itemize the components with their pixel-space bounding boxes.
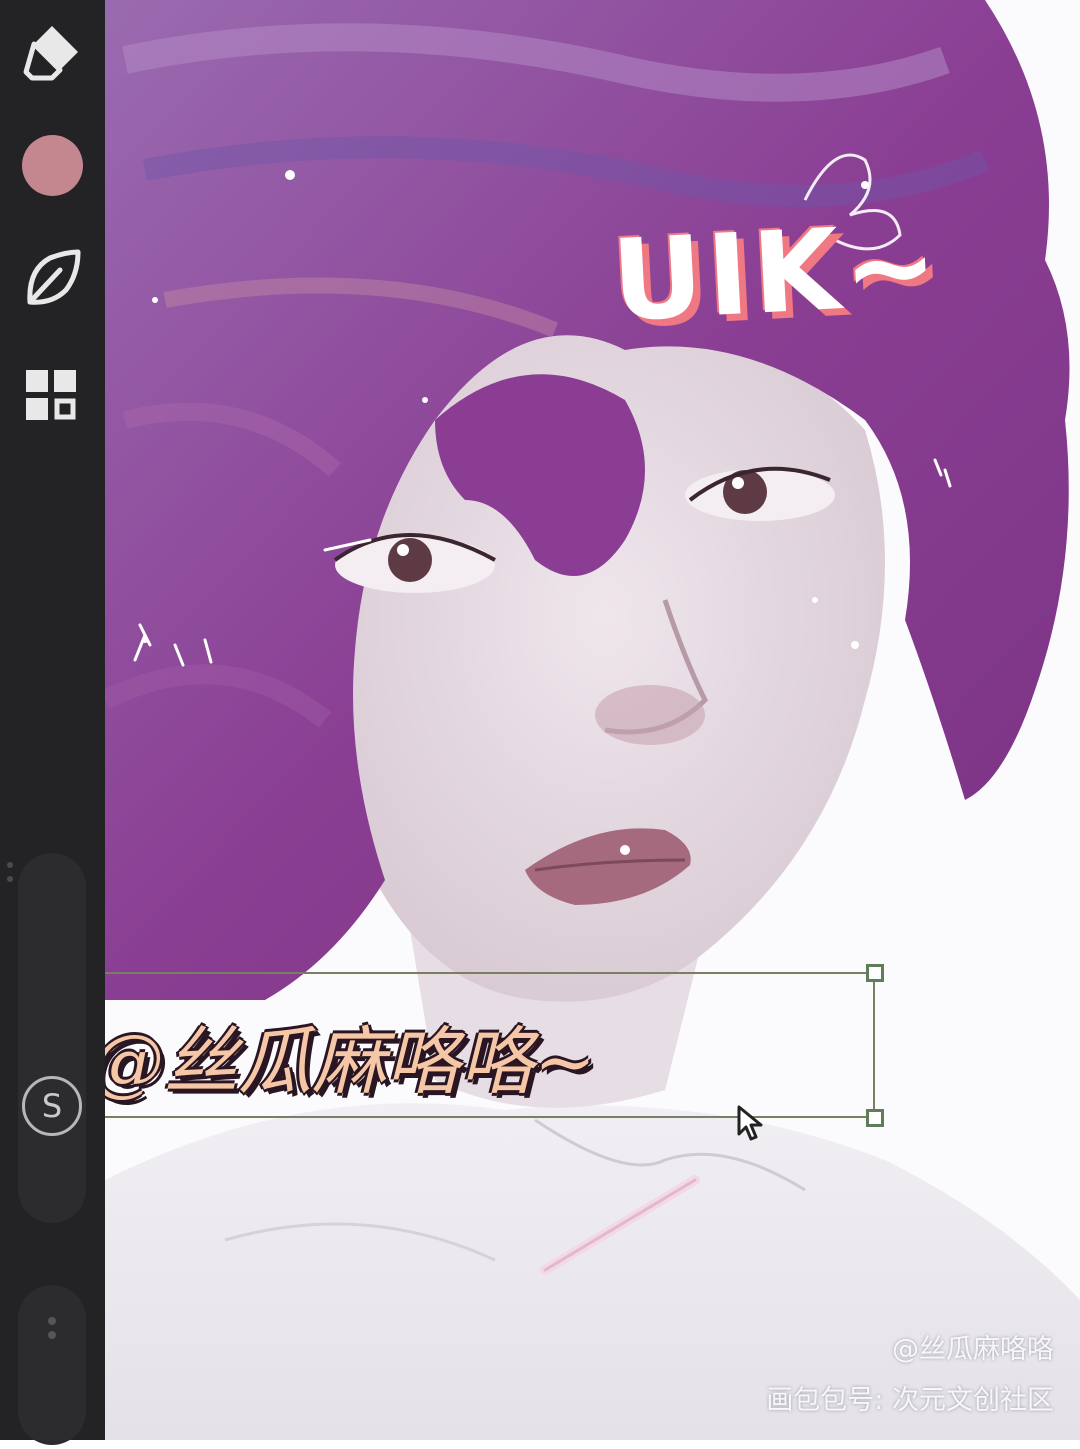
brush-tool[interactable] xyxy=(18,244,86,312)
eraser-icon xyxy=(22,22,82,82)
title-sticker: UIK~ xyxy=(608,199,945,347)
slider-grip-icon xyxy=(48,1317,56,1339)
grid-menu-icon xyxy=(22,366,82,426)
resize-handle-bottom-right[interactable] xyxy=(866,1109,884,1127)
brush-size-slider[interactable] xyxy=(18,853,86,1223)
eraser-tool[interactable] xyxy=(18,18,86,86)
watermark-source: 画包包号: 次元文创社区 xyxy=(766,1385,1054,1416)
watermark-author: @丝瓜麻咯咯 xyxy=(892,1334,1054,1365)
slider-grip-icon xyxy=(7,862,13,882)
left-toolbar xyxy=(0,0,105,1440)
color-swatch-button[interactable] xyxy=(22,135,83,196)
resize-handle-top-right[interactable] xyxy=(866,964,884,982)
signature-text-layer[interactable]: @丝瓜麻咯咯~ xyxy=(90,1012,790,1112)
menu-tool[interactable] xyxy=(18,362,86,430)
brush-opacity-slider[interactable] xyxy=(18,1285,86,1445)
pointer-cursor-icon xyxy=(737,1105,763,1141)
modify-button[interactable]: S xyxy=(22,1076,82,1136)
leaf-brush-icon xyxy=(20,246,84,310)
